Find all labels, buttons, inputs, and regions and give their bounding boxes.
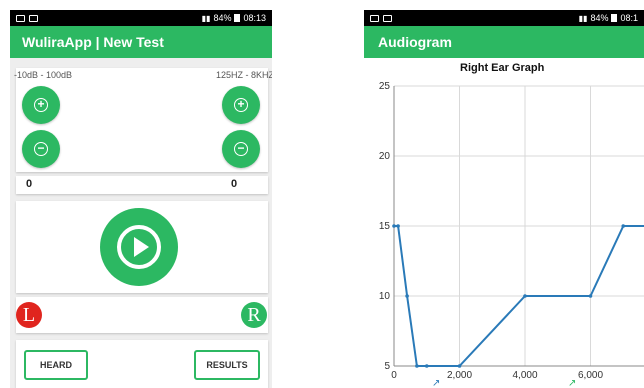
minus-circle-icon: − xyxy=(234,142,248,156)
data-point xyxy=(588,294,593,298)
data-point xyxy=(405,294,409,298)
y-tick-label: 25 xyxy=(379,81,391,92)
data-point xyxy=(621,224,626,228)
battery-icon xyxy=(234,14,241,22)
status-bar: ▮▮ 84% 08:13 xyxy=(10,10,272,26)
data-point xyxy=(457,364,462,368)
battery-percent: 84% xyxy=(213,13,232,23)
db-increase-button[interactable]: + xyxy=(22,86,60,124)
chart-title: Right Ear Graph xyxy=(460,62,545,74)
minus-circle-icon: − xyxy=(34,142,48,156)
hz-range-label: 125HZ - 8KHZ xyxy=(215,70,272,80)
data-point xyxy=(392,224,396,228)
hz-increase-button[interactable]: + xyxy=(222,86,260,124)
app-bar: WuliraApp | New Test xyxy=(10,26,272,58)
data-point xyxy=(396,224,400,228)
app-title: WuliraApp | New Test xyxy=(22,34,164,50)
plus-circle-icon: + xyxy=(234,98,248,112)
screenshot-root: ▮▮ 84% 08:13 WuliraApp | New Test -10dB … xyxy=(0,0,644,388)
y-tick-label: 10 xyxy=(379,291,391,302)
x-tick-label: 6,000 xyxy=(578,370,603,381)
chart-grid xyxy=(393,85,644,367)
db-range-label: -10dB - 100dB xyxy=(14,70,73,80)
y-tick-label: 5 xyxy=(384,361,390,372)
x-tick-label: 2,000 xyxy=(447,370,472,381)
y-tick-label: 20 xyxy=(379,151,391,162)
audiogram-screen: ▮▮ 84% 08:1 Audiogram 25 20 15 10 5 0 2,000 4,0… xyxy=(364,10,644,388)
x-tick-label: 4,000 xyxy=(512,370,537,381)
db-value: 0 xyxy=(26,178,33,190)
signal-icon: ▮▮ xyxy=(201,13,211,23)
hz-decrease-button[interactable]: − xyxy=(222,130,260,168)
controls-card: -10dB - 100dB 125HZ - 8KHZ + + − − xyxy=(14,68,272,172)
play-card xyxy=(16,201,268,293)
chart-ticks: 25201510502,0004,0006,0008,00 xyxy=(379,81,604,381)
y-tick-label: 15 xyxy=(379,221,391,232)
values-card: 0 0 xyxy=(16,176,268,194)
heard-button[interactable]: HEARD xyxy=(24,350,88,380)
plus-circle-icon: + xyxy=(34,98,48,112)
notification-icon xyxy=(16,14,25,22)
trend-icon: ↗ xyxy=(568,378,577,388)
actions-card: HEARD RESULTS xyxy=(16,340,268,388)
trend-icon: ↗ xyxy=(432,378,441,388)
db-decrease-button[interactable]: − xyxy=(22,130,60,168)
data-point xyxy=(424,364,429,368)
results-button[interactable]: RESULTS xyxy=(194,350,260,380)
clock: 08:13 xyxy=(243,13,266,23)
data-point xyxy=(415,364,419,368)
play-icon xyxy=(117,225,161,269)
new-test-screen: ▮▮ 84% 08:13 WuliraApp | New Test -10dB … xyxy=(10,10,272,388)
right-ear-button[interactable]: R xyxy=(241,302,267,328)
left-ear-button[interactable]: L xyxy=(16,302,42,328)
play-button[interactable] xyxy=(100,208,178,286)
hz-value: 0 xyxy=(231,178,238,190)
x-tick-label: 0 xyxy=(391,370,397,381)
notification-icon xyxy=(29,14,38,22)
data-point xyxy=(523,294,527,298)
ear-select-card: L R xyxy=(16,297,268,333)
